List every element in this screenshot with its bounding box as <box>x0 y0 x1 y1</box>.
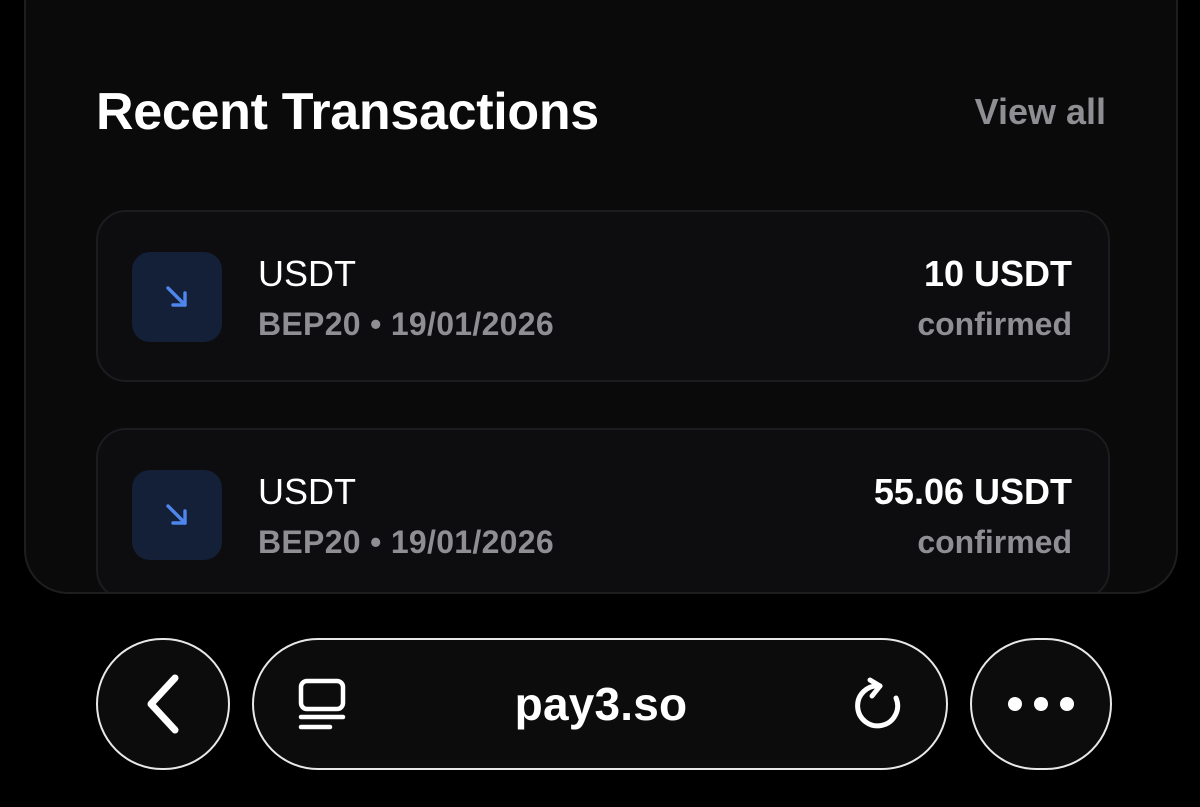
url-text[interactable]: pay3.so <box>515 677 688 731</box>
more-button[interactable] <box>970 638 1112 770</box>
transaction-meta: BEP20 • 19/01/2026 <box>258 302 554 346</box>
screen: Recent Transactions View all USDT BEP20 … <box>0 0 1200 807</box>
transaction-row[interactable]: USDT BEP20 • 19/01/2026 55.06 USDT confi… <box>96 428 1110 592</box>
reload-button[interactable] <box>852 676 904 732</box>
incoming-transaction-tile <box>132 252 222 342</box>
arrow-down-right-icon <box>166 286 187 307</box>
page-menu-icon <box>298 678 346 730</box>
page-menu-button[interactable] <box>296 677 350 731</box>
transaction-info: USDT BEP20 • 19/01/2026 <box>258 252 554 346</box>
meta-separator: • <box>370 524 382 560</box>
token-name: USDT <box>258 253 356 294</box>
transaction-row[interactable]: USDT BEP20 • 19/01/2026 10 USDT confirme… <box>96 210 1110 382</box>
address-bar[interactable]: pay3.so <box>252 638 948 770</box>
arrow-down-right-icon <box>166 504 187 525</box>
reload-icon <box>855 677 901 729</box>
back-button[interactable] <box>96 638 230 770</box>
transaction-amount-block: 55.06 USDT confirmed <box>874 470 1072 564</box>
network-label: BEP20 <box>258 306 361 342</box>
token-name: USDT <box>258 471 356 512</box>
recent-transactions-card: Recent Transactions View all USDT BEP20 … <box>24 0 1178 594</box>
transaction-amount-block: 10 USDT confirmed <box>917 252 1072 346</box>
transaction-info: USDT BEP20 • 19/01/2026 <box>258 470 554 564</box>
transaction-status: confirmed <box>917 306 1072 342</box>
meta-separator: • <box>370 306 382 342</box>
transaction-date: 19/01/2026 <box>390 524 554 560</box>
view-all-link[interactable]: View all <box>975 91 1106 133</box>
browser-toolbar: pay3.so <box>0 594 1200 807</box>
transaction-meta: BEP20 • 19/01/2026 <box>258 520 554 564</box>
transaction-amount: 55.06 USDT <box>873 471 1072 512</box>
more-icon <box>1008 697 1074 711</box>
incoming-transaction-tile <box>132 470 222 560</box>
section-title: Recent Transactions <box>96 83 599 141</box>
card-header: Recent Transactions View all <box>96 74 1106 150</box>
transaction-amount: 10 USDT <box>923 253 1072 294</box>
chevron-left-icon <box>147 674 179 734</box>
transaction-date: 19/01/2026 <box>390 306 554 342</box>
network-label: BEP20 <box>258 524 361 560</box>
transaction-status: confirmed <box>917 524 1072 560</box>
